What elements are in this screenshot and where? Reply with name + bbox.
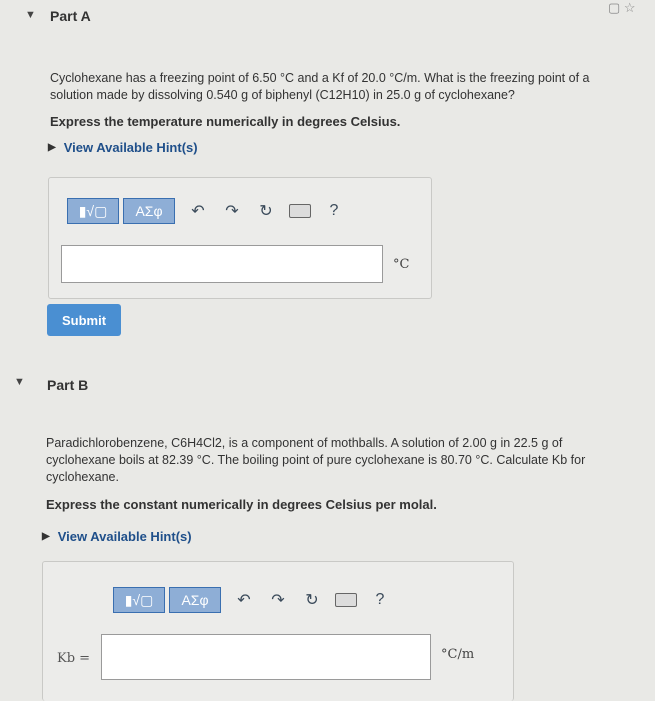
kb-label: Kb = xyxy=(57,651,91,666)
part-a-instruction: Express the temperature numerically in d… xyxy=(50,114,401,129)
part-b-math-toolbar: ▮√▢ ΑΣφ ↶ ↷ ↻ ? xyxy=(113,587,397,613)
submit-button[interactable]: Submit xyxy=(47,304,121,336)
help-icon[interactable]: ? xyxy=(317,202,351,220)
part-a-hint-link[interactable]: ▶ View Available Hint(s) xyxy=(48,140,198,155)
collapse-part-a-icon[interactable]: ▼ xyxy=(25,9,36,21)
keyboard-icon[interactable] xyxy=(329,593,363,607)
redo-icon[interactable]: ↷ xyxy=(215,201,249,221)
part-a-answer-input[interactable] xyxy=(61,245,383,283)
undo-icon[interactable]: ↶ xyxy=(227,590,261,610)
templates-button[interactable]: ▮√▢ xyxy=(113,587,165,613)
part-b-question-line1: Paradichlorobenzene, C6H4Cl2, is a compo… xyxy=(46,436,563,450)
part-b-instruction: Express the constant numerically in degr… xyxy=(46,497,437,512)
part-a-header[interactable]: Part A xyxy=(50,8,91,24)
redo-icon[interactable]: ↷ xyxy=(261,590,295,610)
part-b-hint-link[interactable]: ▶ View Available Hint(s) xyxy=(42,529,192,544)
expand-triangle-icon: ▶ xyxy=(48,142,56,153)
part-b-answer-panel: ▮√▢ ΑΣφ ↶ ↷ ↻ ? Kb = °C/m xyxy=(42,561,514,701)
part-b-question-line2: cyclohexane boils at 82.39 °C. The boili… xyxy=(46,453,586,467)
part-b-unit: °C/m xyxy=(441,647,475,662)
part-a-math-toolbar: ▮√▢ ΑΣφ ↶ ↷ ↻ ? xyxy=(67,198,351,224)
window-corner-icons: ▢ ☆ xyxy=(608,0,636,15)
reset-icon[interactable]: ↻ xyxy=(295,590,329,610)
keyboard-icon[interactable] xyxy=(283,204,317,218)
part-a-answer-panel: ▮√▢ ΑΣφ ↶ ↷ ↻ ? °C xyxy=(48,177,432,299)
templates-button[interactable]: ▮√▢ xyxy=(67,198,119,224)
part-a-hint-label: View Available Hint(s) xyxy=(63,140,198,155)
part-b-header[interactable]: Part B xyxy=(47,377,88,393)
part-a-question-line2: solution made by dissolving 0.540 g of b… xyxy=(50,88,515,102)
part-b-answer-input[interactable] xyxy=(101,634,431,680)
part-a-question-line1: Cyclohexane has a freezing point of 6.50… xyxy=(50,71,590,85)
greek-symbols-button[interactable]: ΑΣφ xyxy=(169,587,221,613)
greek-symbols-button[interactable]: ΑΣφ xyxy=(123,198,175,224)
collapse-part-b-icon[interactable]: ▼ xyxy=(14,376,25,388)
undo-icon[interactable]: ↶ xyxy=(181,201,215,221)
expand-triangle-icon: ▶ xyxy=(42,531,50,542)
help-icon[interactable]: ? xyxy=(363,591,397,609)
part-b-hint-label: View Available Hint(s) xyxy=(57,529,192,544)
reset-icon[interactable]: ↻ xyxy=(249,201,283,221)
part-b-question-line3: cyclohexane. xyxy=(46,470,119,484)
part-a-unit: °C xyxy=(393,257,410,272)
